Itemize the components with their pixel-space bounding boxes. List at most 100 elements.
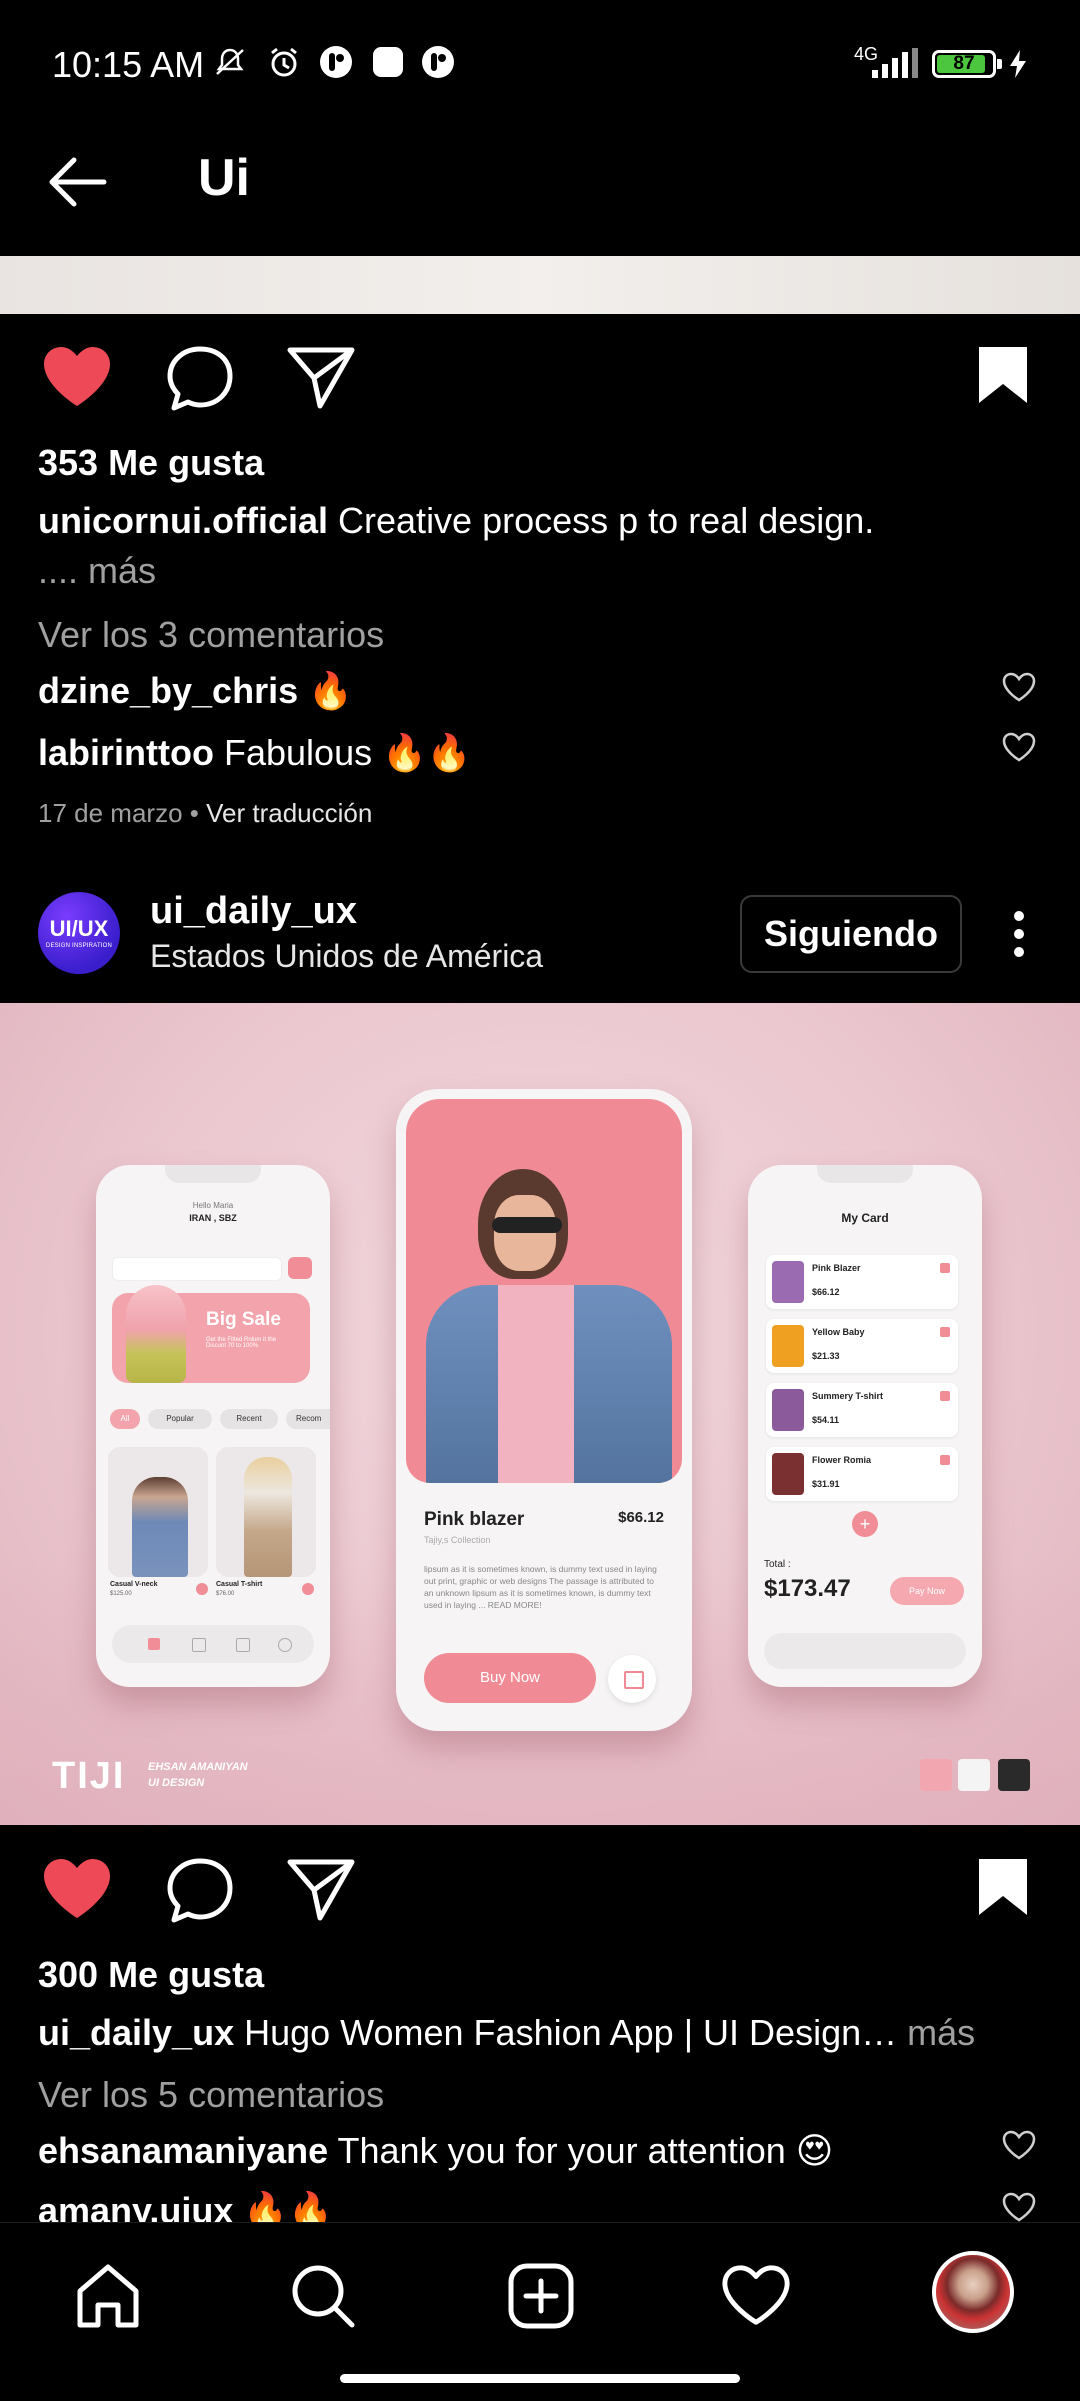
- post2-caption-username[interactable]: ui_daily_ux: [38, 2012, 234, 2053]
- bookmark-icon[interactable]: [976, 344, 1030, 406]
- status-time: 10:15 AM: [52, 44, 205, 85]
- comment-username[interactable]: dzine_by_chris: [38, 670, 298, 711]
- avatar-logo-text: UI/UX: [49, 915, 109, 941]
- home-icon[interactable]: [72, 2261, 144, 2331]
- profile-avatar[interactable]: [932, 2251, 1014, 2333]
- color-swatch: [958, 1759, 990, 1791]
- mute-icon: [216, 48, 244, 75]
- mock-add-dot: [196, 1583, 208, 1595]
- comment-item: dzine_by_chris 🔥: [38, 670, 353, 712]
- brand-logo: TIJI: [52, 1755, 126, 1797]
- post-image-partial[interactable]: [0, 256, 1080, 314]
- mock-banner-sub: Get the Fitted Rnlum it the Discunt 70 t…: [206, 1337, 277, 1349]
- activity-heart-icon[interactable]: [720, 2263, 792, 2329]
- app-icon: [320, 46, 352, 78]
- comment-icon[interactable]: [164, 1856, 236, 1926]
- comment-like-icon[interactable]: [1002, 732, 1036, 762]
- comment-text: 🔥: [308, 670, 353, 711]
- mockup-phone-right: My Card Pink Blazer $66.12 Yellow Baby $…: [748, 1165, 982, 1687]
- mock-product-title: Pink blazer: [424, 1509, 525, 1530]
- post2-location[interactable]: Estados Unidos de América: [150, 938, 543, 975]
- bookmark-icon[interactable]: [976, 1856, 1030, 1918]
- mock-buy-button: Buy Now: [424, 1653, 596, 1703]
- mock-hero-photo: [406, 1099, 682, 1483]
- battery-icon: 87: [932, 50, 1002, 78]
- alarm-icon: [271, 47, 297, 77]
- comment-icon[interactable]: [164, 344, 236, 414]
- post2-view-comments[interactable]: Ver los 5 comentarios: [38, 2074, 384, 2116]
- post1-username[interactable]: unicornui.official: [38, 500, 328, 541]
- mock-description: lipsum as it is sometimes known, is dumm…: [424, 1564, 657, 1610]
- post1-date-row: 17 de marzo • Ver traducción: [38, 798, 372, 829]
- mock-cart-item: Summery T-shirt $54.11: [766, 1383, 958, 1437]
- comment-item: labirinttoo Fabulous 🔥🔥: [38, 732, 472, 774]
- mock-greeting: Hello Maria: [192, 1201, 234, 1210]
- post1-caption-text: Creative process p to real design.: [338, 500, 875, 541]
- charging-icon: [1010, 50, 1026, 78]
- post1-date: 17 de marzo: [38, 798, 183, 828]
- post2-likes[interactable]: 300 Me gusta: [38, 1954, 264, 1996]
- mock-filter-chip: All: [110, 1409, 140, 1429]
- mock-pay-button: Pay Now: [890, 1577, 964, 1605]
- separator-dot: •: [189, 798, 199, 828]
- post1-view-comments[interactable]: Ver los 3 comentarios: [38, 614, 384, 656]
- home-indicator[interactable]: [340, 2374, 740, 2383]
- mock-cart-item: Flower Romia $31.91: [766, 1447, 958, 1501]
- mockup-phone-left: Hello Maria IRAN , SBZ Big Sale Get the …: [96, 1165, 330, 1687]
- post2-more[interactable]: más: [907, 2012, 975, 2053]
- mock-total: $173.47: [764, 1575, 851, 1602]
- post1-caption: unicornui.official Creative process p to…: [38, 500, 874, 542]
- mock-product-price: $66.12: [618, 1509, 664, 1526]
- post1-likes[interactable]: 353 Me gusta: [38, 442, 264, 484]
- share-icon[interactable]: [286, 1856, 356, 1922]
- translate-link[interactable]: Ver traducción: [206, 798, 372, 828]
- designer-role: UI DESIGN: [148, 1777, 205, 1789]
- mock-filter-button: [288, 1257, 312, 1279]
- post2-image[interactable]: Hello Maria IRAN , SBZ Big Sale Get the …: [0, 1003, 1080, 1825]
- app-icon: [422, 46, 454, 78]
- mock-filter-chip: Popular: [148, 1409, 212, 1429]
- mock-product-name: Casual T-shirt: [216, 1581, 263, 1588]
- post2-username[interactable]: ui_daily_ux: [150, 890, 357, 933]
- comment-like-icon[interactable]: [1002, 2192, 1036, 2222]
- mock-add-dot: [302, 1583, 314, 1595]
- mock-cart-title: My Card: [841, 1211, 889, 1225]
- comment-item: ehsanamaniyane Thank you for your attent…: [38, 2130, 833, 2172]
- like-heart-icon[interactable]: [40, 1856, 114, 1922]
- post2-avatar[interactable]: UI/UX DESIGN INSPIRATION: [38, 892, 120, 974]
- mock-cart-item: Yellow Baby $21.33: [766, 1319, 958, 1373]
- mock-total-label: Total :: [764, 1559, 791, 1570]
- page-title: Ui: [198, 149, 250, 207]
- more-options-icon[interactable]: [1006, 908, 1032, 960]
- search-icon[interactable]: [288, 2261, 358, 2331]
- share-icon[interactable]: [286, 344, 356, 410]
- create-post-icon[interactable]: [506, 2261, 576, 2331]
- mock-nav-bar: [112, 1625, 314, 1663]
- signal-icon: [872, 48, 918, 78]
- mock-nav-bar: [764, 1633, 966, 1669]
- mock-product-name: Casual V-neck: [110, 1581, 158, 1588]
- mock-banner-title: Big Sale: [206, 1309, 281, 1330]
- mock-product-card: [108, 1447, 208, 1577]
- mock-product-card: [216, 1447, 316, 1577]
- comment-username[interactable]: ehsanamaniyane: [38, 2130, 328, 2171]
- mock-cart-button: [608, 1655, 656, 1703]
- status-bar: 10:15 AM 4G 87: [0, 0, 1080, 130]
- avatar-logo-subtext: DESIGN INSPIRATION: [45, 942, 113, 949]
- following-button[interactable]: Siguiendo: [740, 895, 962, 973]
- comment-like-icon[interactable]: [1002, 2130, 1036, 2160]
- comment-username[interactable]: labirinttoo: [38, 732, 214, 773]
- mock-collection: Tajiy,s Collection: [424, 1535, 491, 1545]
- like-heart-icon[interactable]: [40, 344, 114, 410]
- battery-level: 87: [953, 53, 975, 74]
- comment-like-icon[interactable]: [1002, 672, 1036, 702]
- mock-product-price: $76.00: [216, 1591, 235, 1597]
- mock-search: [112, 1257, 282, 1281]
- mock-filter-chip: Recom: [286, 1409, 330, 1429]
- post1-more[interactable]: .... más: [38, 550, 156, 592]
- app-icon: [373, 47, 403, 77]
- mock-product-price: $125.00: [110, 1591, 132, 1597]
- back-arrow-icon[interactable]: [44, 150, 110, 214]
- post2-caption-text: Hugo Women Fashion App | UI Design…: [244, 2012, 898, 2053]
- post2-caption: ui_daily_ux Hugo Women Fashion App | UI …: [38, 2012, 975, 2054]
